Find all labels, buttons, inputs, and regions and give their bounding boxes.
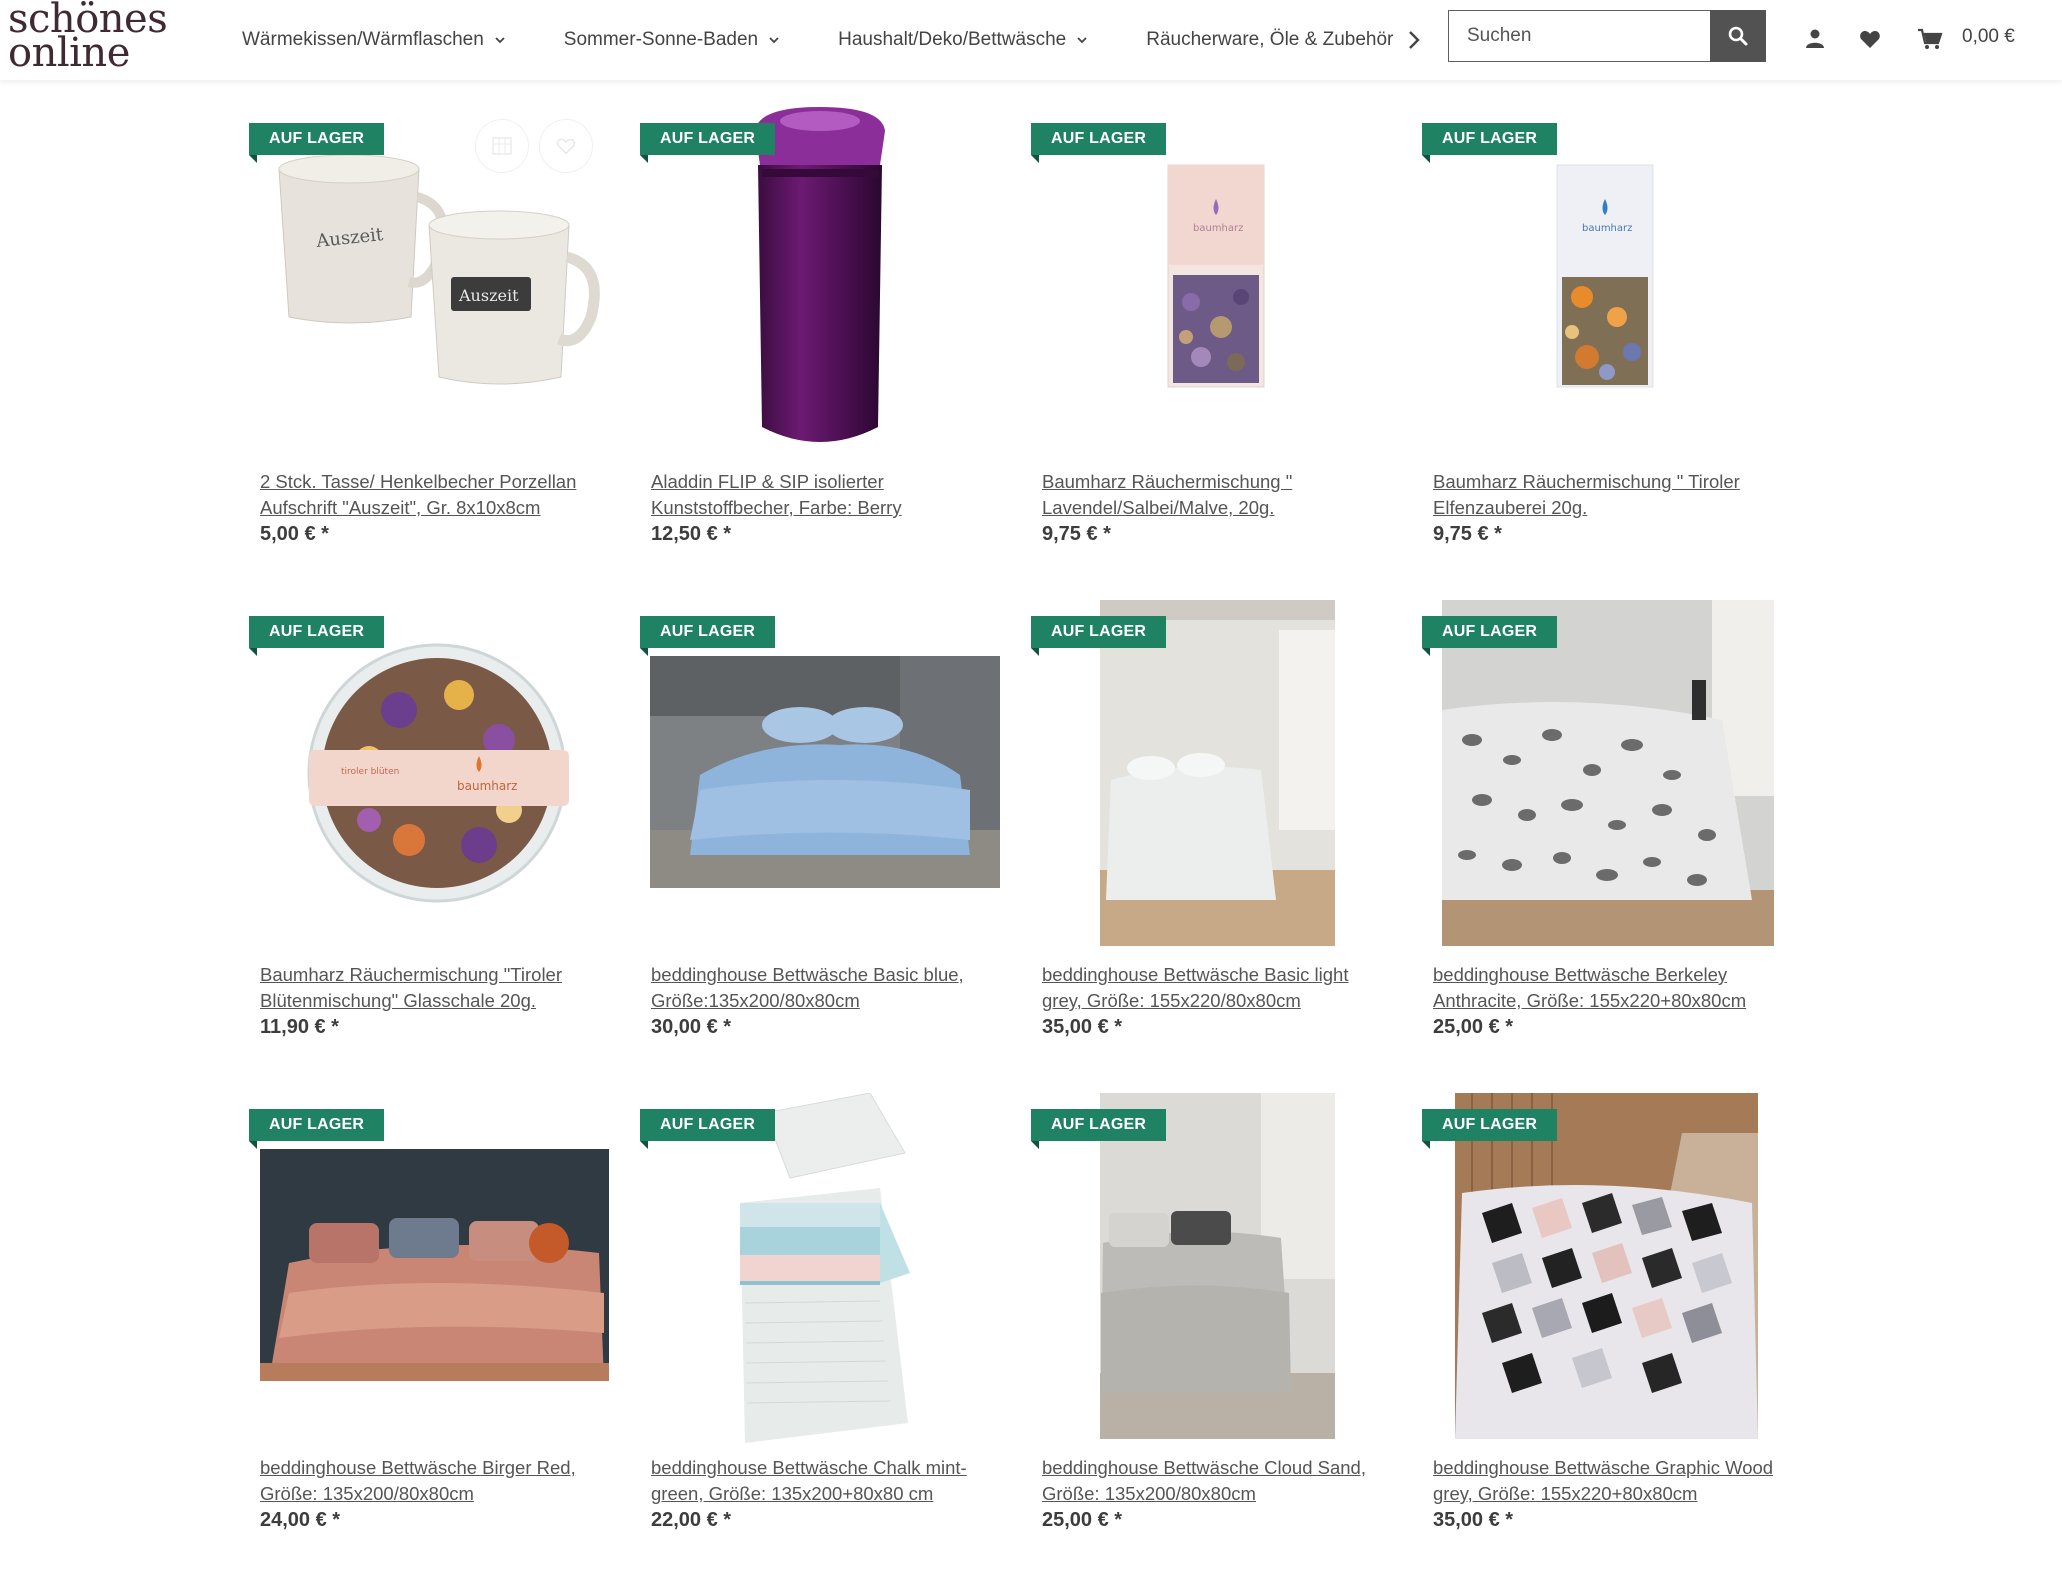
product-image[interactable] [640,600,1000,950]
heart-icon[interactable] [1858,27,1882,51]
product-title[interactable]: Baumharz Räuchermischung " Lavendel/Salb… [1042,469,1392,521]
wishlist-button[interactable] [539,119,593,173]
product-card[interactable]: AUF LAGER beddinghouse Bettwäsche Cloud … [1031,1093,1391,1573]
product-price: 35,00 € * [1042,1016,1123,1038]
product-image[interactable] [1031,600,1391,950]
cart-icon[interactable] [1917,27,1943,51]
product-price: 30,00 € * [651,1016,732,1038]
product-title[interactable]: Baumharz Räuchermischung "Tiroler Blüten… [260,962,610,1014]
in-stock-badge: AUF LAGER [1031,616,1167,656]
product-image[interactable]: tiroler blüten baumharz [249,600,609,950]
product-image[interactable] [1422,1093,1782,1443]
chevron-right-icon[interactable] [1404,26,1424,54]
product-card[interactable]: AUF LAGER beddinghouse Bettwäsche Chalk … [640,1093,1000,1573]
in-stock-badge: AUF LAGER [640,616,776,656]
nav-item-waermekissen[interactable]: Wärmekissen/Wärmflaschen [242,29,506,51]
product-card[interactable]: AUF LAGER Aladdin FLIP & SIP isolierter … [640,107,1000,587]
product-card[interactable]: AUF LAGER beddinghouse Bettwäsche Basic … [640,600,1000,1080]
product-price: 35,00 € * [1433,1509,1514,1531]
product-card[interactable]: baumharz AUF LAGER Baumharz Räuchermisch… [1031,107,1391,587]
product-title[interactable]: Baumharz Räuchermischung " Tiroler Elfen… [1433,469,1783,521]
in-stock-badge: AUF LAGER [1422,123,1558,163]
product-image[interactable] [640,1093,1000,1443]
in-stock-badge: AUF LAGER [1422,616,1558,656]
heart-outline-icon [556,138,576,155]
in-stock-badge: AUF LAGER [640,1109,776,1149]
product-image[interactable] [1422,600,1782,950]
product-image[interactable] [640,107,1000,457]
product-grid: Auszeit Auszeit AUF LAGER 2 Stck. Tasse/… [0,0,2062,1555]
nav-item-sommer[interactable]: Sommer-Sonne-Baden [564,29,780,51]
in-stock-badge: AUF LAGER [249,1109,385,1149]
product-image[interactable] [1031,1093,1391,1443]
product-price: 24,00 € * [260,1509,341,1531]
cart-total[interactable]: 0,00 € [1962,26,2015,48]
site-header: schönes online Wärmekissen/Wärmflaschen … [0,0,2062,80]
product-card[interactable]: AUF LAGER beddinghouse Bettwäsche Berkel… [1422,600,1782,1080]
compare-icon [492,137,512,155]
in-stock-badge: AUF LAGER [1422,1109,1558,1149]
in-stock-badge: AUF LAGER [249,616,385,656]
chevron-down-icon [495,37,505,44]
product-price: 12,50 € * [651,523,732,545]
in-stock-badge: AUF LAGER [640,123,776,163]
product-image[interactable]: baumharz [1031,107,1391,457]
site-logo[interactable]: schönes online [8,0,168,73]
product-card[interactable]: AUF LAGER beddinghouse Bettwäsche Birger… [249,1093,609,1573]
product-title[interactable]: beddinghouse Bettwäsche Chalk mint-green… [651,1455,1001,1507]
product-title[interactable]: beddinghouse Bettwäsche Birger Red, Größ… [260,1455,610,1507]
svg-text:baumharz: baumharz [1582,223,1632,234]
product-image[interactable]: baumharz [1422,107,1782,457]
product-title[interactable]: 2 Stck. Tasse/ Henkelbecher Porzellan Au… [260,469,610,521]
svg-text:Auszeit: Auszeit [458,286,519,305]
product-price: 9,75 € * [1433,523,1502,545]
svg-text:baumharz: baumharz [457,779,517,793]
product-title[interactable]: beddinghouse Bettwäsche Cloud Sand, Größ… [1042,1455,1392,1507]
compare-button[interactable] [475,119,529,173]
main-nav: Wärmekissen/Wärmflaschen Sommer-Sonne-Ba… [242,0,1451,80]
in-stock-badge: AUF LAGER [1031,123,1167,163]
product-price: 25,00 € * [1042,1509,1123,1531]
product-card[interactable]: tiroler blüten baumharz AUF LAGER Baumha… [249,600,609,1080]
product-title[interactable]: beddinghouse Bettwäsche Basic light grey… [1042,962,1392,1014]
product-image[interactable] [249,1093,609,1443]
in-stock-badge: AUF LAGER [249,123,385,163]
nav-item-label: Sommer-Sonne-Baden [563,29,759,50]
product-card[interactable]: Auszeit Auszeit AUF LAGER 2 Stck. Tasse/… [249,107,609,587]
in-stock-badge: AUF LAGER [1031,1109,1167,1149]
product-price: 11,90 € * [260,1016,339,1038]
product-title[interactable]: beddinghouse Bettwäsche Berkeley Anthrac… [1433,962,1783,1014]
nav-item-label: Räucherware, Öle & Zubehör [1146,29,1394,50]
search-button[interactable] [1710,10,1766,62]
svg-text:baumharz: baumharz [1193,223,1243,234]
product-title[interactable]: beddinghouse Bettwäsche Graphic Wood gre… [1433,1455,1783,1507]
product-price: 9,75 € * [1042,523,1111,545]
chevron-down-icon [769,37,779,44]
product-card[interactable]: AUF LAGER beddinghouse Bettwäsche Basic … [1031,600,1391,1080]
product-title[interactable]: Aladdin FLIP & SIP isolierter Kunststoff… [651,469,1001,521]
product-price: 5,00 € * [260,523,329,545]
nav-item-haushalt[interactable]: Haushalt/Deko/Bettwäsche [838,29,1088,51]
user-icon[interactable] [1803,27,1827,51]
product-card[interactable]: baumharz AUF LAGER Baumharz Räuchermisch… [1422,107,1782,587]
search-icon [1728,26,1748,46]
svg-text:tiroler blüten: tiroler blüten [341,767,399,777]
nav-item-raeucherware[interactable]: Räucherware, Öle & Zubehör [1146,29,1393,51]
chevron-down-icon [1077,37,1087,44]
nav-item-label: Haushalt/Deko/Bettwäsche [838,29,1067,50]
nav-item-label: Wärmekissen/Wärmflaschen [242,29,484,50]
product-price: 22,00 € * [651,1509,732,1531]
product-price: 25,00 € * [1433,1016,1514,1038]
product-title[interactable]: beddinghouse Bettwäsche Basic blue, Größ… [651,962,1001,1014]
product-card[interactable]: AUF LAGER beddinghouse Bettwäsche Graphi… [1422,1093,1782,1573]
